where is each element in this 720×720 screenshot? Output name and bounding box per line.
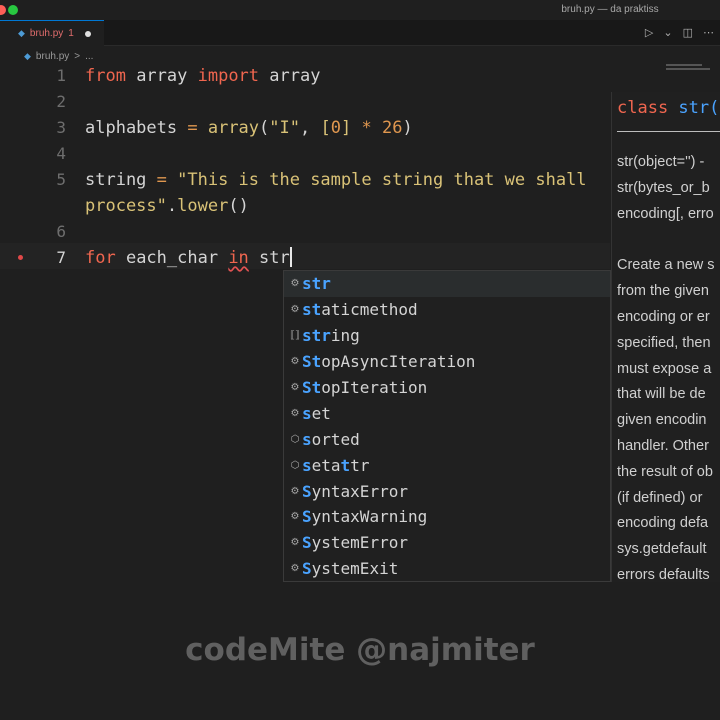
line-number: 6 <box>56 222 66 241</box>
class-icon: ⚙ <box>290 563 300 575</box>
doc-text-line: str(object='') - <box>617 154 705 170</box>
suggestion-item[interactable]: ⟦⟧ string <box>284 323 610 349</box>
doc-text-line: Create a new s <box>617 257 715 273</box>
doc-text-line: that will be de <box>617 386 706 402</box>
class-icon: ⚙ <box>290 382 300 393</box>
line-number: 4 <box>56 144 66 163</box>
text-cursor <box>289 247 292 267</box>
breakpoint-icon[interactable] <box>18 255 23 260</box>
doc-text-line: encoding or er <box>617 309 710 325</box>
doc-text-line: handler. Other <box>617 438 709 454</box>
tab-bar: ◆ bruh.py 1 ▷ ⌄ ◫ ⋯ <box>0 20 720 46</box>
suggestion-item[interactable]: ⚙ set <box>284 400 610 426</box>
class-icon: ⚙ <box>290 485 300 497</box>
class-icon: ⚙ <box>290 304 300 316</box>
editor-toolbar: ▷ ⌄ ◫ ⋯ <box>645 26 714 39</box>
suggestion-item[interactable]: ⬡ sorted <box>284 426 610 452</box>
doc-signature: class str( <box>617 98 720 118</box>
suggestion-docs-panel: class str( str(object='') - str(bytes_or_… <box>611 92 720 582</box>
watermark: codeMite @najmiter <box>185 632 535 668</box>
doc-text-line: str(bytes_or_b <box>617 180 710 196</box>
class-icon: ⚙ <box>290 537 300 549</box>
doc-text-line: must expose a <box>617 361 712 377</box>
doc-text-line: given encodin <box>617 412 707 428</box>
doc-text-line: the result of ob <box>617 464 713 480</box>
doc-text-line: sys.getdefault <box>617 541 707 557</box>
suggestion-label: SyntaxError <box>302 481 408 501</box>
line-number: 5 <box>56 170 66 189</box>
function-icon: ⬡ <box>290 433 300 445</box>
suggestion-item[interactable]: ⚙ StopIteration <box>284 375 610 401</box>
suggestion-item[interactable]: ⚙ str <box>284 271 610 297</box>
breadcrumb-file[interactable]: bruh.py <box>36 51 69 62</box>
code-text[interactable]: for each_char in str <box>85 245 292 271</box>
code-line[interactable]: 1 from array import array <box>0 63 720 89</box>
suggestion-label: string <box>302 326 360 346</box>
tab-label: bruh.py <box>29 28 64 39</box>
run-menu-chevron-icon[interactable]: ⌄ <box>663 26 672 39</box>
line-number: 2 <box>56 92 66 111</box>
suggestion-item[interactable]: ⚙ SystemError <box>284 530 610 556</box>
code-text[interactable]: string = "This is the sample string that… <box>85 167 587 193</box>
breadcrumb-tail[interactable]: ... <box>85 51 93 62</box>
class-icon: ⚙ <box>290 407 300 419</box>
window-title: bruh.py — da praktiss <box>561 4 659 15</box>
doc-text-line: from the given <box>617 283 709 299</box>
line-number: 7 <box>56 248 66 267</box>
more-actions-icon[interactable]: ⋯ <box>703 26 714 39</box>
code-text[interactable]: process".lower() <box>85 193 249 219</box>
suggestion-item[interactable]: ⚙ staticmethod <box>284 297 610 323</box>
suggestion-label: str <box>302 274 331 294</box>
problem-count-badge: 1 <box>68 28 74 39</box>
tab-bruh-py[interactable]: ◆ bruh.py 1 <box>0 20 104 46</box>
run-icon[interactable]: ▷ <box>645 26 653 39</box>
doc-text-line: errors defaults <box>617 567 710 582</box>
class-icon: ⚙ <box>290 511 300 523</box>
suggestion-label: staticmethod <box>302 300 418 320</box>
suggestion-label: SystemExit <box>302 559 399 579</box>
autocomplete-list[interactable]: ⚙ str ⚙ staticmethod ⟦⟧ string ⚙ StopAsyncItera… <box>283 270 611 582</box>
suggestion-label: setattr <box>302 455 370 475</box>
class-icon: ⚙ <box>290 356 300 368</box>
python-file-icon: ◆ <box>24 50 31 61</box>
suggestion-label: sorted <box>302 429 360 449</box>
code-text[interactable]: alphabets = array("I", [0] * 26) <box>85 115 413 141</box>
class-icon: ⚙ <box>290 278 300 290</box>
doc-text-line: specified, then <box>617 335 711 351</box>
python-file-icon: ◆ <box>18 28 25 38</box>
title-bar: bruh.py — da praktiss <box>0 0 720 20</box>
suggestion-item[interactable]: ⚙ SystemExit <box>284 556 610 582</box>
suggestion-label: StopIteration <box>302 378 428 397</box>
suggestion-label: SyntaxWarning <box>302 507 428 527</box>
doc-text-line: encoding[, erro <box>617 206 714 222</box>
doc-text-line: encoding defa <box>617 515 709 531</box>
split-editor-icon[interactable]: ◫ <box>683 26 693 39</box>
code-text[interactable]: from array import array <box>85 63 320 89</box>
breadcrumb-separator: > <box>74 50 81 62</box>
suggestion-item[interactable]: ⚙ SyntaxError <box>284 478 610 504</box>
doc-text-line: (if defined) or <box>617 490 703 506</box>
function-icon: ⬡ <box>290 459 300 471</box>
suggestion-item[interactable]: ⚙ StopAsyncIteration <box>284 349 610 375</box>
suggestion-item[interactable]: ⚙ SyntaxWarning <box>284 504 610 530</box>
doc-divider <box>617 131 720 132</box>
unsaved-dot-icon[interactable] <box>84 30 91 37</box>
suggestion-item[interactable]: ⬡ setattr <box>284 452 610 478</box>
suggestion-label: set <box>302 403 331 423</box>
variable-icon: ⟦⟧ <box>290 330 300 342</box>
line-number: 1 <box>56 66 66 85</box>
suggestion-label: SystemError <box>302 533 408 553</box>
suggestion-label: StopAsyncIteration <box>302 352 476 372</box>
line-number: 3 <box>56 118 66 137</box>
